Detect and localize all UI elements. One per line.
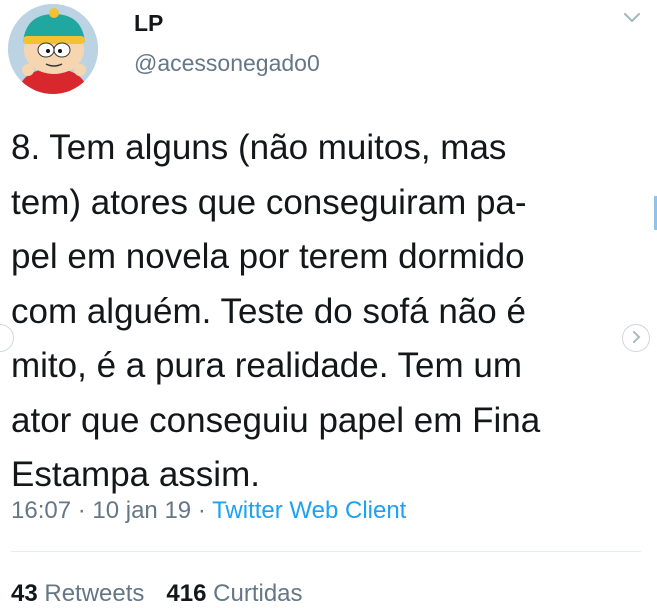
display-name[interactable]: LP: [134, 10, 163, 37]
retweets-label: Retweets: [44, 580, 145, 607]
chevron-right-icon: [633, 331, 641, 343]
meta-separator: ·: [191, 497, 213, 524]
retweets-count: 43: [11, 580, 38, 607]
cartoon-avatar-icon: [8, 4, 98, 94]
chevron-down-icon[interactable]: [620, 8, 644, 28]
tweet-time[interactable]: 16:07: [11, 497, 71, 524]
tweet-text: 8. Tem alguns (não muitos, mas tem) ator…: [11, 128, 541, 494]
tweet-client-link[interactable]: Twitter Web Client: [212, 497, 406, 524]
tweet-card: LP @acessonegado0 8. Tem alguns (não mui…: [0, 0, 657, 608]
tweet-stats: 43 Retweets 416 Curtidas: [11, 580, 303, 608]
retweets-stat[interactable]: 43 Retweets: [11, 580, 144, 607]
likes-count: 416: [166, 580, 207, 607]
likes-label: Curtidas: [213, 580, 303, 607]
likes-stat[interactable]: 416 Curtidas: [166, 580, 302, 607]
tweet-meta: 16:07 · 10 jan 19 · Twitter Web Client: [11, 497, 406, 525]
divider: [11, 551, 641, 552]
next-button[interactable]: [622, 324, 650, 352]
meta-separator: ·: [71, 497, 93, 524]
tweet-date[interactable]: 10 jan 19: [92, 497, 191, 524]
user-handle[interactable]: @acessonegado0: [134, 50, 320, 77]
avatar[interactable]: [8, 4, 98, 94]
